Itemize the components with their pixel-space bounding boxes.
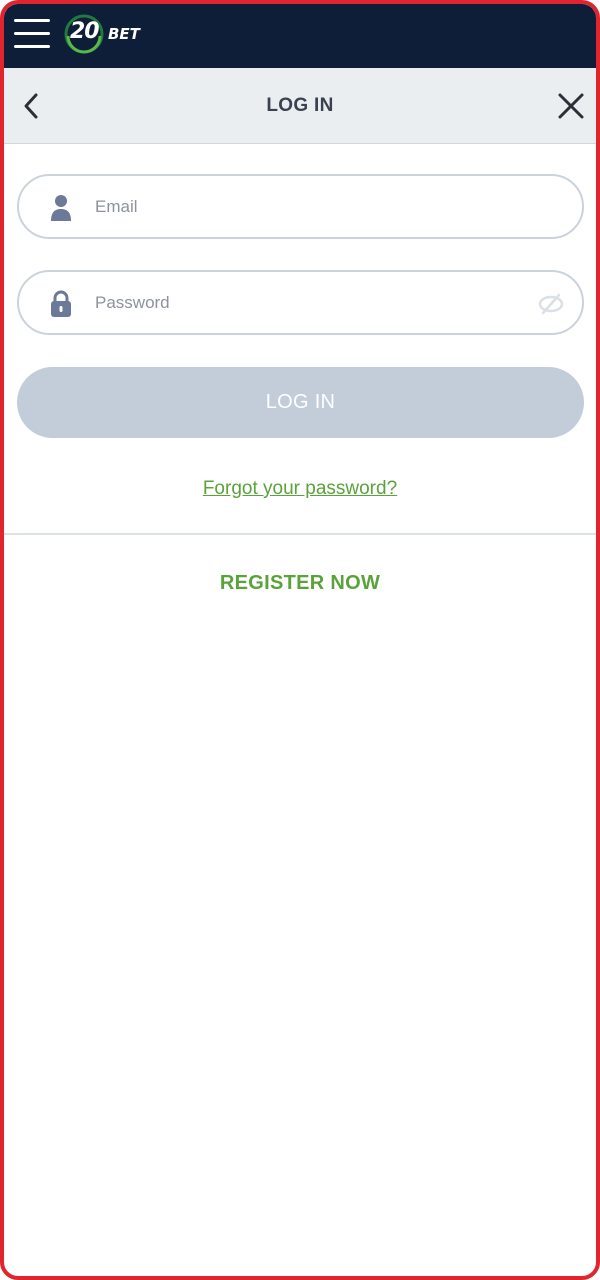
logo-number: 20 xyxy=(70,19,100,44)
brand-logo[interactable]: 20 BET xyxy=(64,14,140,54)
email-input[interactable] xyxy=(93,188,533,226)
close-icon xyxy=(558,93,584,119)
lock-icon xyxy=(51,290,71,317)
page-title: LOG IN xyxy=(266,95,334,116)
register-now-link[interactable]: REGISTER NOW xyxy=(220,572,380,594)
divider xyxy=(4,533,596,535)
forgot-password-link[interactable]: Forgot your password? xyxy=(203,478,397,499)
logo-globe-icon: 20 xyxy=(64,14,104,54)
hamburger-menu-icon[interactable] xyxy=(12,16,52,52)
logo-text: BET xyxy=(108,25,140,43)
password-input[interactable] xyxy=(93,284,533,322)
login-header: LOG IN xyxy=(4,68,596,144)
login-button[interactable]: LOG IN xyxy=(17,367,584,438)
email-field[interactable] xyxy=(17,174,584,239)
user-icon xyxy=(51,195,71,221)
password-field[interactable] xyxy=(17,270,584,335)
forgot-password-row: Forgot your password? xyxy=(4,478,596,500)
eye-off-icon[interactable] xyxy=(538,293,564,315)
close-button[interactable] xyxy=(554,89,588,123)
register-row: REGISTER NOW xyxy=(4,572,596,595)
app-frame: 20 BET LOG IN Email LOG IN Forgot your p… xyxy=(0,0,600,1280)
top-app-bar: 20 BET xyxy=(4,4,596,68)
